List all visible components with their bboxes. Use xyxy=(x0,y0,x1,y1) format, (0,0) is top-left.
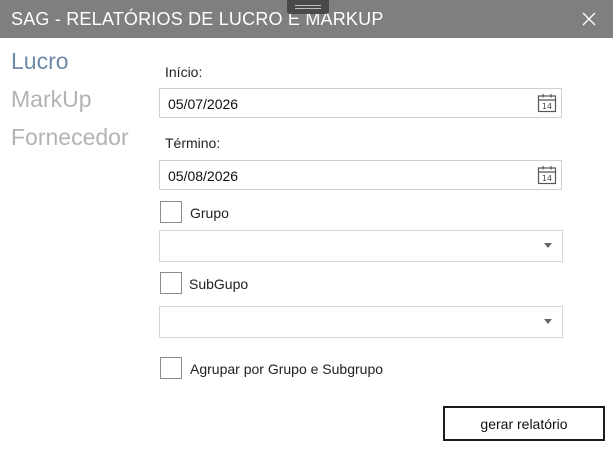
agrupar-label: Agrupar por Grupo e Subgrupo xyxy=(190,361,384,377)
drag-grip-icon[interactable] xyxy=(287,0,329,14)
chevron-down-icon xyxy=(544,243,552,248)
agrupar-checkbox[interactable] xyxy=(160,357,182,379)
termino-label: Término: xyxy=(165,135,221,151)
inicio-date-value: 05/07/2026 xyxy=(168,96,239,112)
inicio-label: Início: xyxy=(165,64,203,80)
termino-date-value: 05/08/2026 xyxy=(168,168,239,184)
nav-item-lucro[interactable]: Lucro xyxy=(11,46,129,84)
calendar-icon[interactable]: 14 xyxy=(537,165,557,185)
chevron-down-icon xyxy=(544,319,552,324)
nav-item-fornecedor[interactable]: Fornecedor xyxy=(11,122,129,160)
side-nav: Lucro MarkUp Fornecedor xyxy=(11,46,129,160)
calendar-icon[interactable]: 14 xyxy=(537,93,557,113)
inicio-date-field[interactable]: 05/07/2026 14 xyxy=(159,88,562,118)
grupo-dropdown[interactable] xyxy=(159,230,563,262)
nav-item-markup[interactable]: MarkUp xyxy=(11,84,129,122)
subgrupo-checkbox[interactable] xyxy=(160,272,182,294)
calendar-day-number: 14 xyxy=(542,102,552,111)
grupo-label: Grupo xyxy=(190,205,229,221)
subgrupo-label: SubGupo xyxy=(189,276,249,292)
gerar-relatorio-button[interactable]: gerar relatório xyxy=(443,406,605,441)
termino-date-field[interactable]: 05/08/2026 14 xyxy=(159,160,562,190)
grupo-checkbox[interactable] xyxy=(160,201,182,223)
close-icon xyxy=(582,12,596,26)
calendar-day-number: 14 xyxy=(542,174,552,183)
close-button[interactable] xyxy=(578,8,600,30)
subgrupo-dropdown[interactable] xyxy=(159,306,563,338)
title-bar: SAG - RELATÓRIOS DE LUCRO E MARKUP xyxy=(0,0,613,38)
